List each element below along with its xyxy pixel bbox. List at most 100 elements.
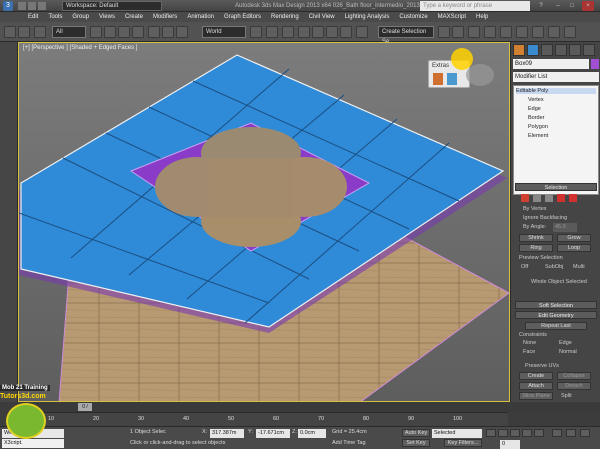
object-name-field[interactable]: Box09: [513, 59, 589, 69]
app-logo-icon[interactable]: 3: [3, 1, 13, 11]
schematic-view-icon[interactable]: [500, 26, 512, 38]
mirror-icon[interactable]: [438, 26, 450, 38]
previous-frame-icon[interactable]: [498, 429, 508, 437]
add-time-tag-button[interactable]: Add Time Tag: [332, 440, 366, 446]
detach-button[interactable]: Detach: [557, 382, 591, 390]
x-coordinate-field[interactable]: 317.387m: [210, 429, 244, 438]
percent-snap-icon[interactable]: [326, 26, 338, 38]
reference-coord-dropdown[interactable]: World: [202, 26, 246, 38]
rectangular-selection-icon[interactable]: [118, 26, 130, 38]
scale-icon[interactable]: [176, 26, 188, 38]
keyboard-shortcut-icon[interactable]: [282, 26, 294, 38]
pan-icon[interactable]: [566, 429, 576, 437]
menu-civil-view[interactable]: Civil View: [309, 14, 335, 20]
preview-off-radio[interactable]: Off: [521, 264, 528, 270]
play-icon[interactable]: [510, 429, 520, 437]
perspective-viewport[interactable]: [+] [Perspective ] [Shaded + Edged Faces…: [18, 42, 510, 402]
link-icon[interactable]: [34, 26, 46, 38]
material-editor-icon[interactable]: [516, 26, 528, 38]
stack-border[interactable]: Border: [528, 115, 545, 121]
menu-customize[interactable]: Customize: [399, 14, 427, 20]
grow-button[interactable]: Grow: [557, 234, 591, 242]
snaps-toggle-icon[interactable]: [298, 26, 310, 38]
menu-views[interactable]: Views: [99, 14, 115, 20]
motion-tab-icon[interactable]: [555, 44, 567, 56]
go-to-end-icon[interactable]: [534, 429, 544, 437]
key-selection-dropdown[interactable]: Selected: [432, 429, 482, 438]
grid-icon[interactable]: [447, 73, 457, 85]
menu-rendering[interactable]: Rendering: [271, 14, 299, 20]
curve-editor-icon[interactable]: [484, 26, 496, 38]
vertex-mode-icon[interactable]: [521, 194, 529, 202]
edge-mode-icon[interactable]: [533, 194, 541, 202]
menu-animation[interactable]: Animation: [187, 14, 214, 20]
selection-rollout-header[interactable]: Selection: [515, 183, 597, 191]
angle-snap-icon[interactable]: [312, 26, 324, 38]
select-by-name-icon[interactable]: [104, 26, 116, 38]
orbit-icon[interactable]: [580, 429, 590, 437]
ring-button[interactable]: Ring: [519, 244, 553, 252]
go-to-start-icon[interactable]: [486, 429, 496, 437]
select-manipulate-icon[interactable]: [266, 26, 278, 38]
redo-icon[interactable]: [18, 26, 30, 38]
slice-plane-button[interactable]: Slice Plane: [519, 392, 553, 400]
maximize-icon[interactable]: □: [566, 1, 578, 11]
time-slider-track[interactable]: 0 / 100: [18, 402, 600, 418]
pivot-icon[interactable]: [250, 26, 262, 38]
shrink-button[interactable]: Shrink: [519, 234, 553, 242]
create-button[interactable]: Create: [519, 372, 553, 380]
repeat-last-button[interactable]: Repeat Last: [525, 322, 587, 330]
loop-button[interactable]: Loop: [557, 244, 591, 252]
next-frame-icon[interactable]: [522, 429, 532, 437]
modifier-stack[interactable]: Editable Poly Vertex Edge Border Polygon…: [513, 85, 599, 195]
utilities-tab-icon[interactable]: [583, 44, 595, 56]
spinner-snap-icon[interactable]: [340, 26, 352, 38]
preview-subobj-radio[interactable]: SubObj: [545, 264, 563, 270]
new-file-icon[interactable]: [18, 2, 26, 10]
viewport-label[interactable]: [+] [Perspective ] [Shaded + Edged Faces…: [23, 45, 137, 51]
menu-lighting-analysis[interactable]: Lighting Analysis: [345, 14, 390, 20]
edit-geometry-rollout-header[interactable]: Edit Geometry: [515, 311, 597, 319]
constraint-face-radio[interactable]: Face: [523, 349, 535, 355]
edit-named-selection-icon[interactable]: [356, 26, 368, 38]
menu-create[interactable]: Create: [125, 14, 143, 20]
undo-icon[interactable]: [4, 26, 16, 38]
render-setup-icon[interactable]: [532, 26, 544, 38]
menu-help[interactable]: Help: [476, 14, 488, 20]
display-tab-icon[interactable]: [569, 44, 581, 56]
hierarchy-tab-icon[interactable]: [541, 44, 553, 56]
move-icon[interactable]: [148, 26, 160, 38]
by-angle-checkbox[interactable]: By Angle:: [523, 224, 546, 230]
stack-vertex[interactable]: Vertex: [528, 97, 544, 103]
save-file-icon[interactable]: [38, 2, 46, 10]
by-vertex-checkbox[interactable]: By Vertex: [523, 206, 547, 212]
menu-modifiers[interactable]: Modifiers: [153, 14, 177, 20]
object-color-swatch[interactable]: [591, 59, 599, 69]
current-frame-field[interactable]: 0: [500, 440, 520, 449]
rotate-icon[interactable]: [162, 26, 174, 38]
zoom-icon[interactable]: [552, 429, 562, 437]
named-selection-sets-dropdown[interactable]: Create Selection Se: [378, 26, 434, 45]
constraint-edge-radio[interactable]: Edge: [559, 340, 572, 346]
key-filters-button[interactable]: Key Filters...: [444, 439, 482, 447]
element-mode-icon[interactable]: [569, 194, 577, 202]
modifier-list-dropdown[interactable]: Modifier List: [513, 72, 599, 82]
select-object-icon[interactable]: [90, 26, 102, 38]
align-icon[interactable]: [452, 26, 464, 38]
preview-multi-radio[interactable]: Multi: [573, 264, 585, 270]
time-slider-thumb[interactable]: 0 / 100: [78, 403, 92, 418]
rendered-frame-icon[interactable]: [548, 26, 560, 38]
auto-key-button[interactable]: Auto Key: [402, 429, 430, 437]
workspace-dropdown[interactable]: Workspace: Default: [62, 1, 162, 11]
border-mode-icon[interactable]: [545, 194, 553, 202]
menu-graph-editors[interactable]: Graph Editors: [224, 14, 261, 20]
create-tab-icon[interactable]: [513, 44, 525, 56]
stack-element[interactable]: Element: [528, 133, 548, 139]
menu-maxscript[interactable]: MAXScript: [438, 14, 466, 20]
polygon-mode-icon[interactable]: [557, 194, 565, 202]
track-bar[interactable]: 10 20 30 40 50 60 70 80 90 100: [18, 412, 508, 426]
window-crossing-icon[interactable]: [132, 26, 144, 38]
stack-editable-poly[interactable]: Editable Poly: [516, 88, 596, 94]
constraint-normal-radio[interactable]: Normal: [559, 349, 577, 355]
preserve-uvs-checkbox[interactable]: Preserve UVs: [525, 363, 559, 369]
